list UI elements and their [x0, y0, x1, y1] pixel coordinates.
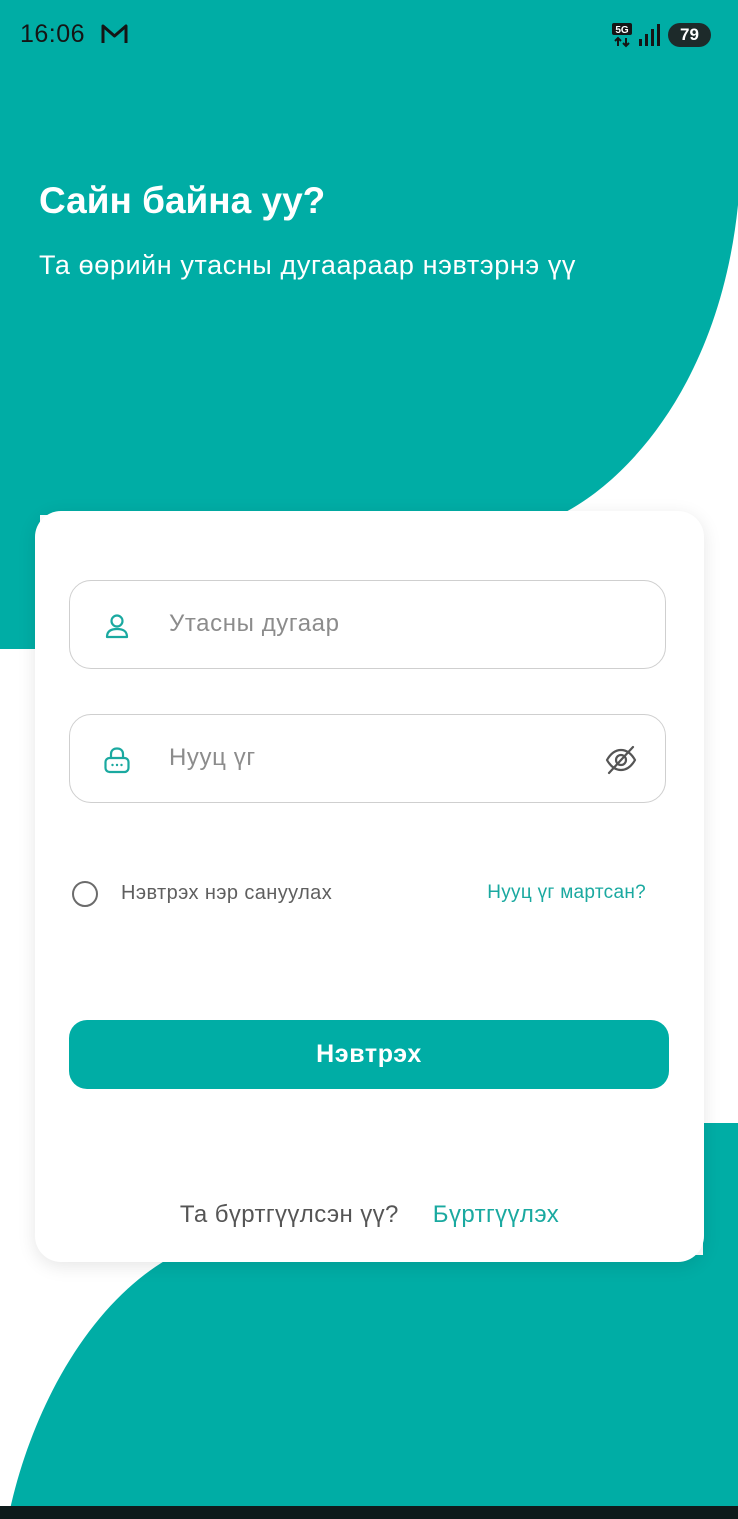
- top-teal-left-strip: [0, 500, 40, 649]
- gmail-icon: [101, 24, 128, 43]
- login-button[interactable]: Нэвтрэх: [69, 1020, 669, 1089]
- register-row: Та бүртгүүлсэн үү? Бүртгүүлэх: [35, 1201, 704, 1229]
- phone-input[interactable]: [169, 581, 589, 667]
- password-field[interactable]: [69, 714, 666, 803]
- eye-off-icon[interactable]: [604, 743, 638, 777]
- network-label: 5G: [615, 25, 629, 36]
- user-icon: [105, 614, 129, 639]
- register-link[interactable]: Бүртгүүлэх: [433, 1201, 559, 1228]
- status-time: 16:06: [20, 20, 86, 48]
- login-card: Нэвтрэх нэр сануулах Нууц үг мартсан? Нэ…: [35, 511, 704, 1262]
- password-input[interactable]: [169, 715, 589, 801]
- greeting-subtitle: Та өөрийн утасны дугаараар нэвтэрнэ үү: [39, 250, 577, 280]
- system-navigation-bar: [0, 1506, 738, 1519]
- forgot-password-link[interactable]: Нууц үг мартсан?: [487, 882, 646, 904]
- remember-me-radio[interactable]: [72, 881, 98, 907]
- signal-5g-icon: 5G: [612, 23, 660, 48]
- register-question: Та бүртгүүлсэн үү?: [179, 1201, 399, 1228]
- battery-indicator: 79: [668, 23, 711, 47]
- greeting-title: Сайн байна уу?: [39, 180, 326, 221]
- lock-icon: [104, 747, 130, 774]
- phone-field[interactable]: [69, 580, 666, 669]
- remember-me-label: Нэвтрэх нэр сануулах: [121, 882, 333, 904]
- status-bar: 16:06 5G 79: [0, 0, 738, 70]
